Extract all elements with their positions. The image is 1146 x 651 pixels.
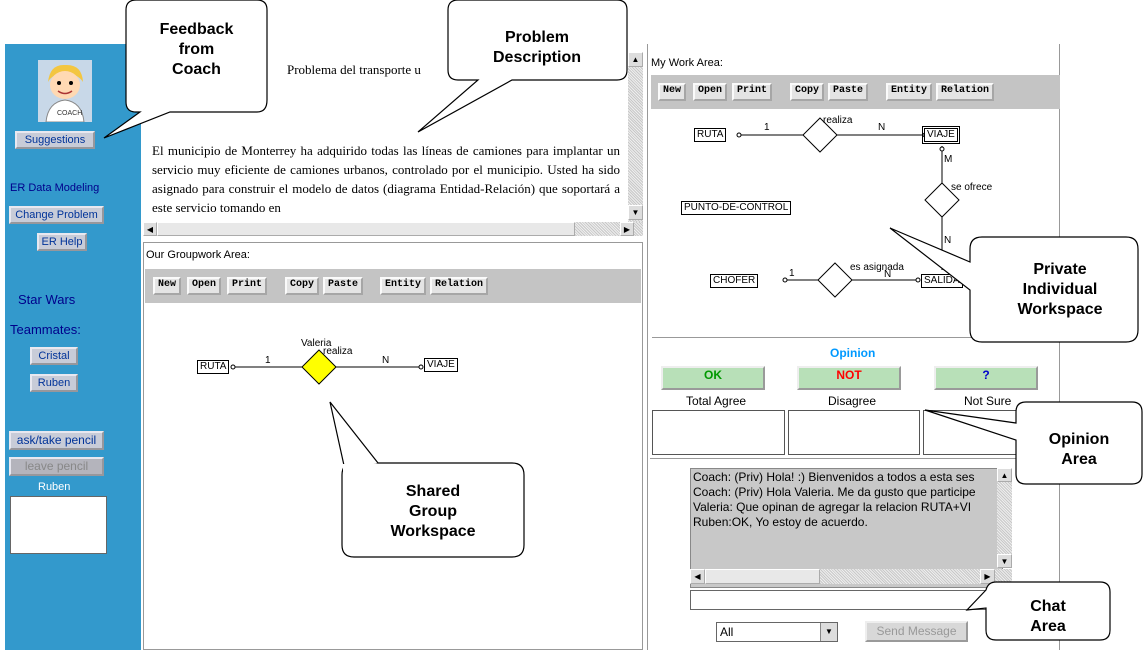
callout-chat-text: Chat Area — [1030, 598, 1066, 635]
callout-coach-text: Feedback from Coach — [159, 21, 234, 78]
callout-shared-text: Shared Group Workspace — [390, 483, 476, 540]
callout-bubbles — [103, 0, 1143, 641]
callout-private-text: Private Individual Workspace — [1017, 261, 1103, 318]
callout-problem-text: Problem Description — [492, 29, 581, 66]
callout-opinion-text: Opinion Area — [1048, 431, 1110, 468]
